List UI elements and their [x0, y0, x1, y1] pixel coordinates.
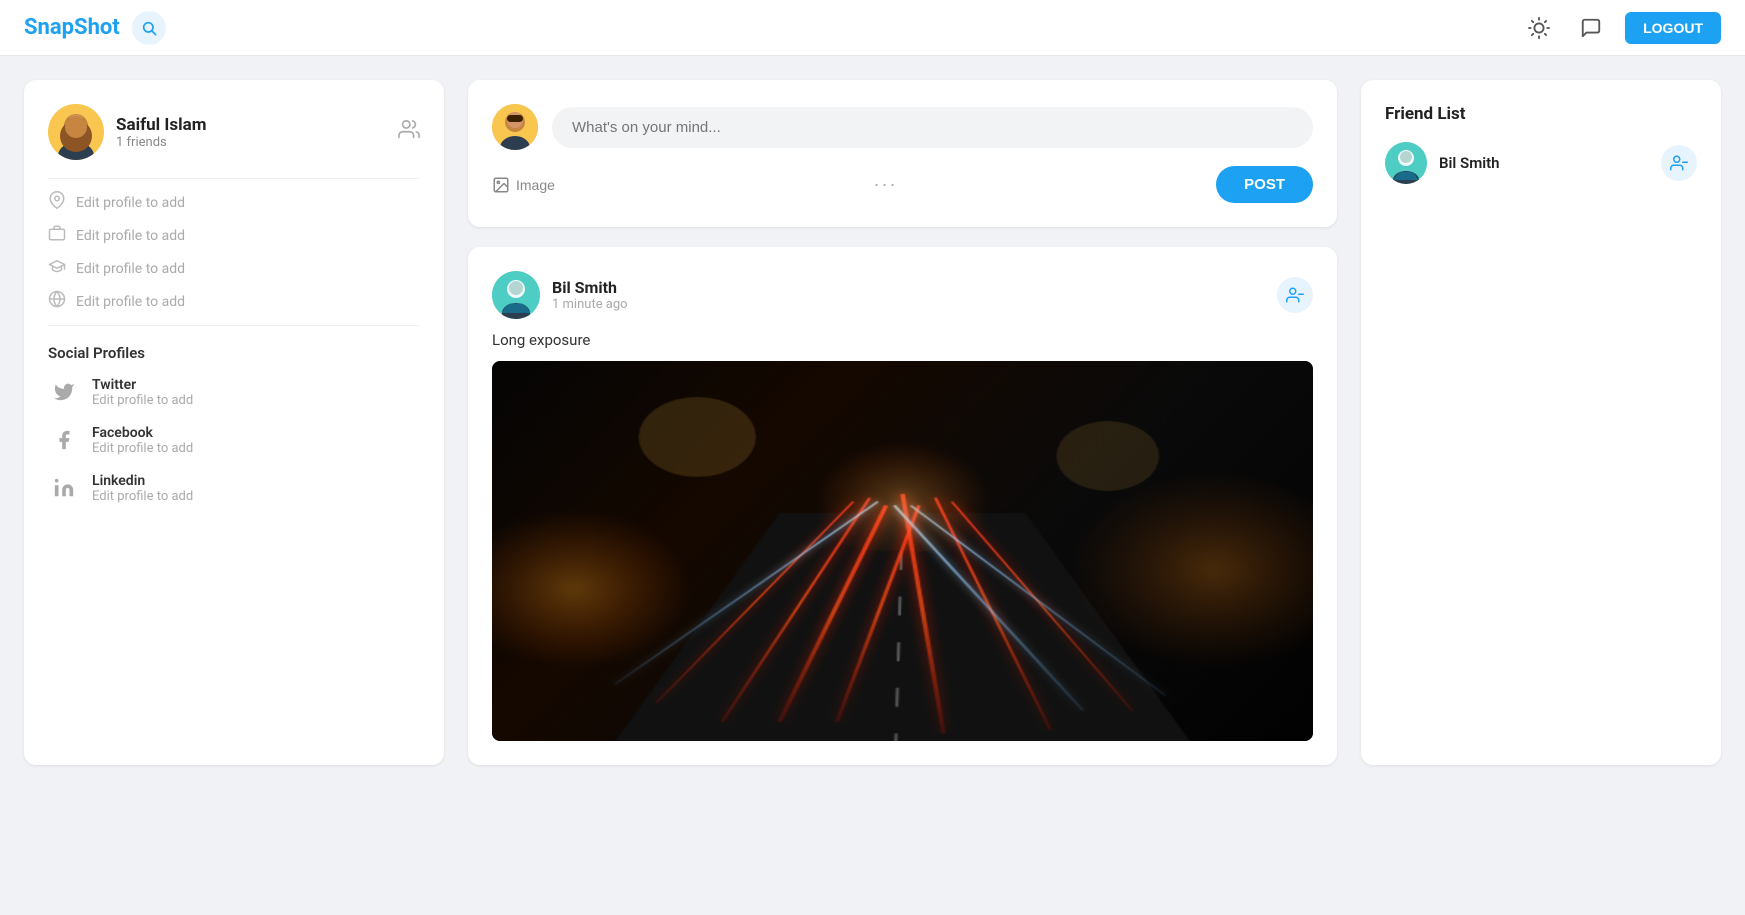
user-post-avatar [492, 104, 538, 150]
app-logo: SnapShot [24, 15, 120, 40]
header-left: SnapShot [24, 11, 166, 45]
friend-unfriend-button[interactable] [1661, 145, 1697, 181]
education-icon [48, 257, 66, 280]
chat-icon [1580, 17, 1602, 39]
social-twitter: Twitter Edit profile to add [48, 376, 420, 408]
profile-website: Edit profile to add [48, 290, 420, 313]
profile-location: Edit profile to add [48, 191, 420, 214]
post-author-avatar [492, 271, 540, 319]
middle-panel: Image ··· POST [468, 80, 1337, 765]
social-profiles-section: Social Profiles Twitter Edit profile to … [48, 344, 420, 504]
post-image-canvas [492, 361, 1313, 741]
user-avatar [48, 104, 104, 160]
linkedin-sub: Edit profile to add [92, 489, 193, 504]
facebook-icon [48, 424, 80, 456]
facebook-info: Facebook Edit profile to add [92, 425, 193, 456]
facebook-sub: Edit profile to add [92, 441, 193, 456]
user-avatar-svg [492, 104, 538, 150]
location-text: Edit profile to add [76, 195, 185, 211]
left-panel: Saiful Islam 1 friends Edit profile to a… [24, 80, 444, 765]
search-button[interactable] [132, 11, 166, 45]
divider-1 [48, 178, 420, 179]
social-facebook: Facebook Edit profile to add [48, 424, 420, 456]
search-icon [141, 20, 157, 36]
post-time: 1 minute ago [552, 297, 628, 312]
social-linkedin: Linkedin Edit profile to add [48, 472, 420, 504]
post-box-top [492, 104, 1313, 150]
post-author-name: Bil Smith [552, 278, 628, 297]
linkedin-icon [48, 472, 80, 504]
website-text: Edit profile to add [76, 294, 185, 310]
profile-friends-count: 1 friends [116, 135, 206, 150]
more-options-button[interactable]: ··· [874, 174, 898, 195]
header: SnapShot LOGOUT [0, 0, 1745, 56]
divider-2 [48, 325, 420, 326]
friend-item: Bil Smith [1385, 142, 1697, 184]
twitter-icon [48, 376, 80, 408]
post-author-meta: Bil Smith 1 minute ago [552, 278, 628, 312]
post-box: Image ··· POST [468, 80, 1337, 227]
website-icon [48, 290, 66, 313]
twitter-info: Twitter Edit profile to add [92, 377, 193, 408]
unfriend-icon [1286, 286, 1304, 304]
education-text: Edit profile to add [76, 261, 185, 277]
profile-header-left: Saiful Islam 1 friends [48, 104, 206, 160]
profile-name: Saiful Islam [116, 115, 206, 135]
theme-toggle-button[interactable] [1521, 10, 1557, 46]
post-card: Bil Smith 1 minute ago Long exposure [468, 247, 1337, 765]
post-input[interactable] [552, 107, 1313, 148]
social-profiles-title: Social Profiles [48, 344, 420, 362]
sun-icon [1528, 17, 1550, 39]
header-right: LOGOUT [1521, 10, 1721, 46]
friend-name: Bil Smith [1439, 154, 1500, 172]
friend-list-title: Friend List [1385, 104, 1697, 124]
manage-friends-button[interactable] [398, 118, 420, 146]
main-layout: Saiful Islam 1 friends Edit profile to a… [0, 56, 1745, 789]
image-label: Image [516, 177, 555, 193]
post-button[interactable]: POST [1216, 166, 1313, 203]
profile-info: Saiful Islam 1 friends [116, 115, 206, 150]
unfriend-button[interactable] [1277, 277, 1313, 313]
profile-education: Edit profile to add [48, 257, 420, 280]
post-image [492, 361, 1313, 741]
avatar-person-svg [48, 104, 104, 160]
image-button[interactable]: Image [492, 176, 555, 194]
post-header-left: Bil Smith 1 minute ago [492, 271, 628, 319]
friend-unfriend-icon [1670, 154, 1688, 172]
location-icon [48, 191, 66, 214]
twitter-sub: Edit profile to add [92, 393, 193, 408]
dots-icon: ··· [874, 174, 898, 194]
profile-header: Saiful Islam 1 friends [48, 104, 420, 160]
linkedin-name: Linkedin [92, 473, 193, 489]
friend-item-left: Bil Smith [1385, 142, 1500, 184]
work-icon [48, 224, 66, 247]
manage-friends-icon [398, 118, 420, 140]
twitter-name: Twitter [92, 377, 193, 393]
post-caption: Long exposure [492, 331, 1313, 349]
friend-avatar-svg [1385, 142, 1427, 184]
facebook-name: Facebook [92, 425, 193, 441]
linkedin-info: Linkedin Edit profile to add [92, 473, 193, 504]
post-header: Bil Smith 1 minute ago [492, 271, 1313, 319]
right-panel: Friend List Bil Smith [1361, 80, 1721, 765]
friend-avatar [1385, 142, 1427, 184]
chat-button[interactable] [1573, 10, 1609, 46]
work-text: Edit profile to add [76, 228, 185, 244]
image-icon [492, 176, 510, 194]
profile-work: Edit profile to add [48, 224, 420, 247]
post-box-bottom: Image ··· POST [492, 166, 1313, 203]
bil-smith-avatar-svg [492, 271, 540, 319]
logout-button[interactable]: LOGOUT [1625, 12, 1721, 44]
